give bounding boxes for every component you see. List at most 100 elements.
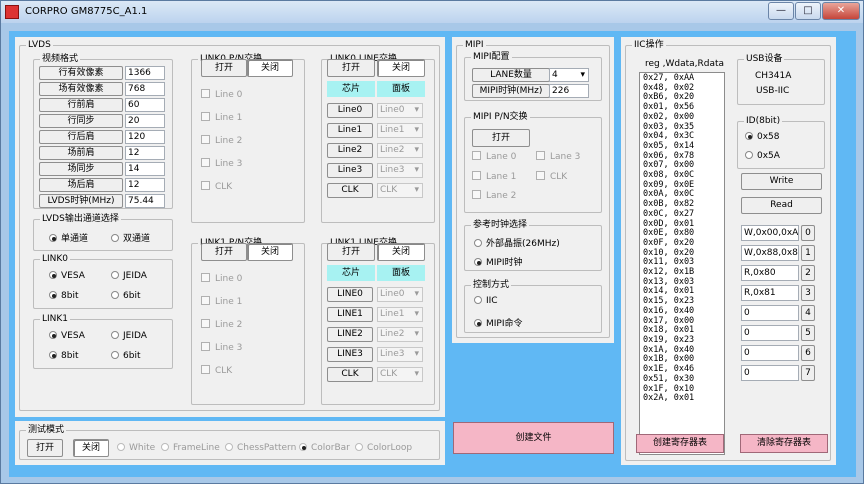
external-crystal-radio[interactable]: 外部晶振(26MHz) [474,236,560,249]
link0-line-select-3[interactable]: Line3 [377,163,423,178]
video-input-6[interactable]: 14 [125,162,165,176]
iic-command-send-button-7[interactable]: 7 [801,365,815,381]
video-input-3[interactable]: 20 [125,114,165,128]
link0-pn-checkbox-3[interactable]: Line 3 [201,158,242,169]
link0-jeida-radio[interactable]: JEIDA [111,271,147,281]
mipi-clk-checkbox[interactable]: CLK [536,171,567,182]
iic-command-input-4[interactable]: 0 [741,305,799,321]
colorbar-radio[interactable]: ColorBar [299,443,350,453]
maximize-button[interactable]: □ [795,2,821,20]
dual-channel-radio[interactable]: 双通道 [111,231,150,244]
video-input-7[interactable]: 12 [125,178,165,192]
register-list[interactable]: 0x27, 0xAA 0x48, 0x02 0xB6, 0x20 0x01, 0x56… [639,72,725,455]
mipi-lane2-checkbox[interactable]: Lane 2 [472,190,516,201]
video-input-8[interactable]: 75.44 [125,194,165,208]
single-channel-radio[interactable]: 单通道 [49,231,88,244]
mipi-lane0-checkbox[interactable]: Lane 0 [472,151,516,162]
video-input-4[interactable]: 120 [125,130,165,144]
link1-pn-checkbox-1[interactable]: Line 1 [201,296,242,307]
mipi-pn-open-button[interactable]: 打开 [472,129,530,147]
id-0x5a-radio[interactable]: 0x5A [745,151,780,161]
link1-line-button-3[interactable]: LINE3 [327,347,373,362]
link0-line-select-1[interactable]: Line1 [377,123,423,138]
link1-8bit-radio[interactable]: 8bit [49,351,78,361]
link1-line-open-button[interactable]: 打开 [327,243,375,261]
link0-line-button-1[interactable]: Line1 [327,123,373,138]
clear-register-table-button[interactable]: 清除寄存器表 [740,434,828,453]
video-input-2[interactable]: 60 [125,98,165,112]
link1-line-button-2[interactable]: LINE2 [327,327,373,342]
mipi-lane3-checkbox[interactable]: Lane 3 [536,151,580,162]
iic-command-input-0[interactable]: W,0x00,0xAA [741,225,799,241]
chesspattern-radio[interactable]: ChessPattern [225,443,296,453]
video-input-5[interactable]: 12 [125,146,165,160]
white-radio[interactable]: White [117,443,155,453]
link0-line-button-4[interactable]: CLK [327,183,373,198]
link0-pn-close-button[interactable]: 关闭 [247,59,293,77]
mipi-clock-radio[interactable]: MIPI时钟 [474,255,523,268]
link0-line-close-button[interactable]: 关闭 [377,59,425,77]
mipi-lane1-checkbox[interactable]: Lane 1 [472,171,516,182]
video-input-1[interactable]: 768 [125,82,165,96]
iic-command-send-button-0[interactable]: 0 [801,225,815,241]
link0-line-button-0[interactable]: Line0 [327,103,373,118]
iic-command-send-button-3[interactable]: 3 [801,285,815,301]
minimize-button[interactable]: — [768,2,794,20]
close-window-button[interactable]: ✕ [822,2,860,20]
test-open-button[interactable]: 打开 [27,439,63,457]
link1-6bit-radio[interactable]: 6bit [111,351,140,361]
iic-command-input-3[interactable]: R,0x81 [741,285,799,301]
iic-command-send-button-5[interactable]: 5 [801,325,815,341]
link0-8bit-radio[interactable]: 8bit [49,291,78,301]
iic-command-send-button-2[interactable]: 2 [801,265,815,281]
link0-line-select-0[interactable]: Line0 [377,103,423,118]
lane-count-select[interactable]: 4 [549,68,589,82]
frameline-radio[interactable]: FrameLine [161,443,220,453]
link0-line-button-2[interactable]: Line2 [327,143,373,158]
link0-pn-open-button[interactable]: 打开 [201,59,247,77]
link1-line-button-1[interactable]: LINE1 [327,307,373,322]
iic-command-input-7[interactable]: 0 [741,365,799,381]
iic-command-send-button-4[interactable]: 4 [801,305,815,321]
iic-control-radio[interactable]: IIC [474,296,498,306]
id-0x58-radio[interactable]: 0x58 [745,132,780,142]
link1-pn-close-button[interactable]: 关闭 [247,243,293,261]
iic-command-input-6[interactable]: 0 [741,345,799,361]
test-close-button[interactable]: 关闭 [73,439,109,457]
link1-jeida-radio[interactable]: JEIDA [111,331,147,341]
video-input-0[interactable]: 1366 [125,66,165,80]
iic-command-send-button-1[interactable]: 1 [801,245,815,261]
iic-command-send-button-6[interactable]: 6 [801,345,815,361]
iic-command-input-2[interactable]: R,0x80 [741,265,799,281]
link1-line-select-1[interactable]: Line1 [377,307,423,322]
register-row[interactable]: 0x2A, 0x01 [643,393,721,404]
link0-line-select-4[interactable]: CLK [377,183,423,198]
link1-line-select-4[interactable]: CLK [377,367,423,382]
mipi-clock-input[interactable]: 226 [549,84,589,98]
link0-6bit-radio[interactable]: 6bit [111,291,140,301]
iic-command-input-5[interactable]: 0 [741,325,799,341]
link0-pn-checkbox-2[interactable]: Line 2 [201,135,242,146]
link1-line-select-0[interactable]: Line0 [377,287,423,302]
link1-line-button-4[interactable]: CLK [327,367,373,382]
link1-line-select-3[interactable]: Line3 [377,347,423,362]
write-button[interactable]: Write [741,173,822,190]
create-file-button[interactable]: 创建文件 [453,422,614,454]
link0-pn-checkbox-0[interactable]: Line 0 [201,89,242,100]
link1-pn-open-button[interactable]: 打开 [201,243,247,261]
link0-line-select-2[interactable]: Line2 [377,143,423,158]
link0-vesa-radio[interactable]: VESA [49,271,85,281]
link0-line-button-3[interactable]: Line3 [327,163,373,178]
link1-pn-checkbox-0[interactable]: Line 0 [201,273,242,284]
link1-pn-checkbox-2[interactable]: Line 2 [201,319,242,330]
create-register-table-button[interactable]: 创建寄存器表 [636,434,724,453]
colorloop-radio[interactable]: ColorLoop [355,443,412,453]
link0-pn-checkbox-1[interactable]: Line 1 [201,112,242,123]
link1-pn-checkbox-4[interactable]: CLK [201,365,232,376]
link1-line-select-2[interactable]: Line2 [377,327,423,342]
read-button[interactable]: Read [741,197,822,214]
link1-line-button-0[interactable]: LINE0 [327,287,373,302]
link0-pn-checkbox-4[interactable]: CLK [201,181,232,192]
iic-command-input-1[interactable]: W,0x88,0x80 [741,245,799,261]
link1-vesa-radio[interactable]: VESA [49,331,85,341]
